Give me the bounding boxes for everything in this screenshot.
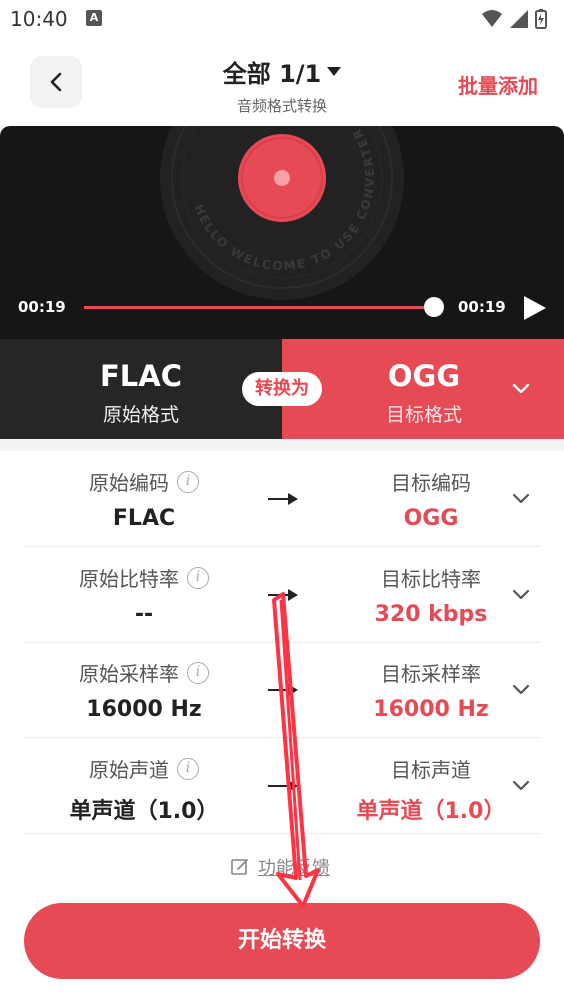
- param-source-value: 16000 Hz: [86, 697, 202, 722]
- param-source-label-wrap: 原始声道 i: [89, 754, 199, 783]
- param-target-value: 16000 Hz: [373, 697, 489, 722]
- param-target[interactable]: 目标声道单声道（1.0）: [338, 754, 524, 825]
- param-source-label: 原始比特率: [79, 567, 179, 591]
- back-icon: [50, 72, 62, 92]
- feedback-text: 功能反馈: [258, 858, 330, 879]
- param-target[interactable]: 目标编码 OGG: [338, 467, 524, 531]
- param-row[interactable]: 原始采样率 i 16000 Hz 目标采样率 16000 Hz: [24, 642, 540, 738]
- source-format-name: FLAC: [99, 359, 182, 393]
- chevron-down-icon[interactable]: [510, 584, 532, 606]
- feedback-link[interactable]: 功能反馈: [230, 854, 330, 880]
- param-source-label: 原始编码: [89, 471, 169, 495]
- status-icons: [482, 9, 547, 29]
- chevron-down-icon[interactable]: [510, 488, 532, 510]
- param-source-label-wrap: 原始编码 i: [89, 467, 199, 496]
- param-target-value: OGG: [403, 506, 459, 531]
- back-button[interactable]: [30, 56, 82, 108]
- audio-player: HELLO WELCOME TO USE CONVERTER 00:19 00:…: [0, 126, 564, 339]
- param-target[interactable]: 目标采样率 16000 Hz: [338, 658, 524, 722]
- page-title-text: 全部 1/1: [222, 60, 322, 88]
- current-time: 00:19: [18, 298, 66, 316]
- param-source-label-wrap: 原始采样率 i: [79, 658, 209, 687]
- param-source: 原始比特率 i --: [24, 563, 264, 627]
- start-convert-button[interactable]: 开始转换: [24, 903, 540, 979]
- param-target-value: 320 kbps: [374, 602, 488, 627]
- source-format-panel: FLAC 原始格式: [0, 339, 282, 439]
- vinyl-disc: HELLO WELCOME TO USE CONVERTER: [160, 126, 404, 300]
- app-notification-icon: A: [86, 10, 102, 26]
- header: 全部 1/1 音频格式转换 批量添加: [0, 38, 564, 126]
- arrow-right-icon: [268, 493, 298, 505]
- arrow-right-icon: [268, 589, 298, 601]
- param-row[interactable]: 原始比特率 i -- 目标比特率 320 kbps: [24, 547, 540, 643]
- play-icon[interactable]: [520, 294, 548, 322]
- info-icon[interactable]: i: [187, 661, 209, 684]
- param-target-label: 目标编码: [391, 471, 471, 495]
- title-area[interactable]: 全部 1/1 音频格式转换: [182, 54, 382, 116]
- param-source: 原始声道 i 单声道（1.0）: [24, 754, 264, 825]
- param-source: 原始采样率 i 16000 Hz: [24, 658, 264, 722]
- param-target[interactable]: 目标比特率 320 kbps: [338, 563, 524, 627]
- param-target-label: 目标比特率: [381, 567, 481, 591]
- wifi-icon: [482, 10, 502, 27]
- caret-down-icon: [327, 67, 342, 76]
- info-icon[interactable]: i: [177, 757, 199, 780]
- arrow-right-icon: [268, 684, 298, 696]
- param-target-value: 单声道（1.0）: [356, 799, 506, 824]
- progress-knob[interactable]: [424, 297, 444, 317]
- info-icon[interactable]: i: [187, 566, 209, 589]
- chevron-down-icon[interactable]: [510, 775, 532, 797]
- signal-icon: [510, 10, 528, 28]
- page-title[interactable]: 全部 1/1: [223, 54, 342, 89]
- chevron-down-icon[interactable]: [510, 679, 532, 701]
- chevron-down-icon[interactable]: [510, 378, 532, 400]
- target-format-label: 目标格式: [385, 404, 462, 426]
- param-source-label: 原始采样率: [79, 662, 179, 686]
- progress-fill: [84, 306, 434, 309]
- progress-track[interactable]: [84, 306, 434, 309]
- edit-icon: [231, 859, 248, 875]
- convert-to-badge: 转换为: [242, 372, 322, 406]
- param-source-value: 单声道（1.0）: [69, 799, 219, 824]
- total-time: 00:19: [458, 298, 506, 316]
- info-icon[interactable]: i: [177, 470, 199, 493]
- batch-add-button[interactable]: 批量添加: [458, 70, 538, 99]
- arrow-right-icon: [268, 780, 298, 792]
- param-target-label: 目标声道: [391, 758, 471, 782]
- section-divider: [0, 439, 564, 451]
- target-format-name: OGG: [387, 359, 461, 393]
- param-row[interactable]: 原始编码 i FLAC 目标编码 OGG: [24, 451, 540, 547]
- param-target-label: 目标采样率: [381, 662, 481, 686]
- param-source-value: FLAC: [112, 506, 176, 531]
- source-format-label: 原始格式: [102, 404, 179, 426]
- param-source-label: 原始声道: [89, 758, 169, 782]
- status-time: 10:40: [10, 7, 68, 31]
- param-source-label-wrap: 原始比特率 i: [79, 563, 209, 592]
- param-row[interactable]: 原始声道 i 单声道（1.0） 目标声道 单声道（1.0）: [24, 738, 540, 834]
- status-bar: 10:40 A: [0, 0, 564, 38]
- page-subtitle: 音频格式转换: [236, 97, 327, 115]
- param-source: 原始编码 i FLAC: [24, 467, 264, 531]
- param-source-value: --: [134, 602, 154, 627]
